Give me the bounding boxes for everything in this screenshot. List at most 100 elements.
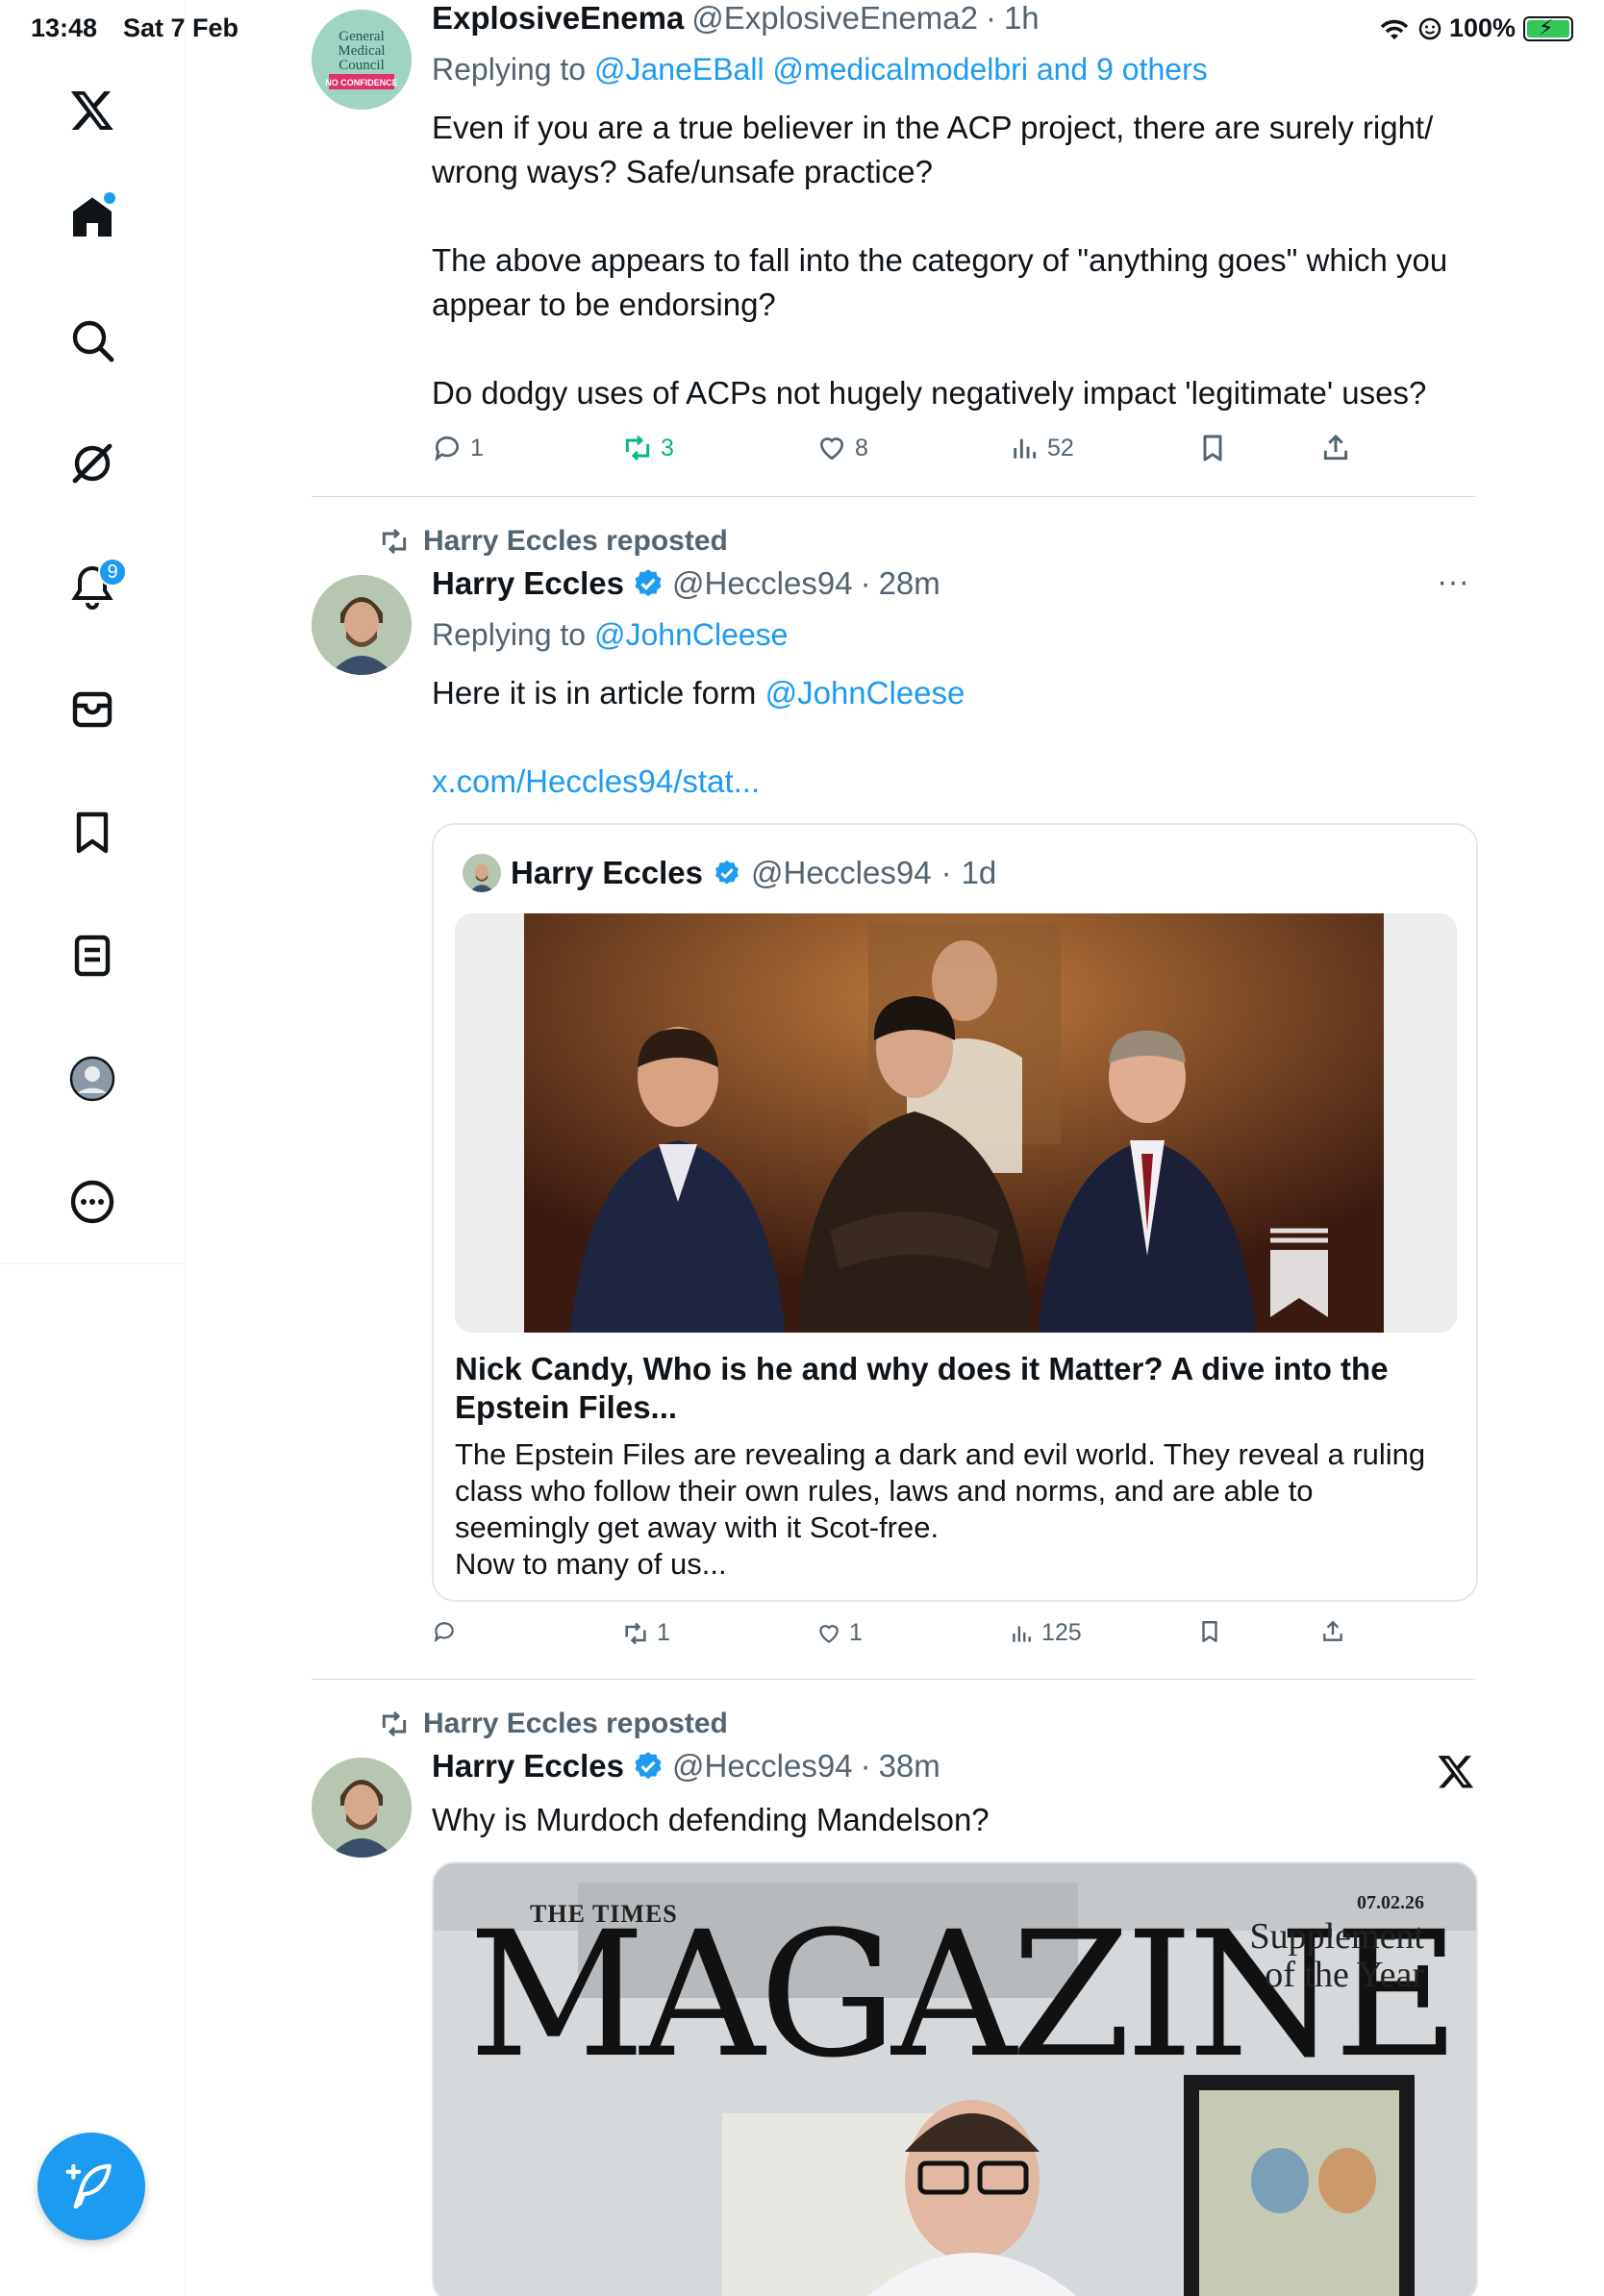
compose-post-button[interactable] (38, 2133, 145, 2240)
x-source-icon[interactable] (1437, 1752, 1475, 1790)
status-time: 13:48 (31, 13, 98, 42)
repost-button[interactable]: 3 (622, 433, 674, 463)
bookmark-button[interactable] (1197, 433, 1228, 463)
sidebar: 9 (0, 0, 186, 2296)
supplement-line: of the Year (1265, 1955, 1424, 1995)
dot-separator: · (860, 1748, 871, 1784)
lists-icon[interactable] (54, 917, 131, 994)
quote-time: 1d (961, 855, 997, 890)
focus-mode-icon (1418, 17, 1441, 39)
notifications-bell-icon[interactable]: 9 (54, 548, 131, 625)
bookmark-icon (1202, 1621, 1217, 1642)
views-button[interactable]: 52 (1009, 433, 1074, 463)
like-button[interactable]: 8 (816, 433, 868, 463)
home-icon[interactable] (54, 179, 131, 256)
reply-button[interactable] (432, 1619, 464, 1644)
repost-small-icon (382, 1710, 407, 1737)
quote-author-name: Harry Eccles (511, 855, 703, 890)
profile-avatar-icon[interactable] (54, 1040, 131, 1117)
tweet-text: Why is Murdoch defending Mandelson? (432, 1798, 1480, 1842)
dot-separator: · (860, 565, 871, 601)
dot-separator: · (940, 855, 952, 890)
home-unread-dot (104, 192, 115, 204)
repost-button[interactable]: 1 (622, 1619, 670, 1647)
like-count: 1 (849, 1619, 863, 1646)
tweet-separator (312, 496, 1475, 497)
views-bar-chart-icon (1013, 1625, 1031, 1642)
author-handle[interactable]: @Heccles94 (672, 1748, 853, 1784)
status-bar: 13:48 Sat 7 Feb 100% ⚡ (0, 0, 1604, 58)
repost-label[interactable]: Harry Eccles reposted (423, 1708, 728, 1740)
more-horizontal-icon[interactable]: ··· (1437, 563, 1469, 601)
tweet-actions: 1 1 125 (432, 1619, 1393, 1658)
repost-icon (625, 1622, 646, 1644)
magazine-cover-image[interactable]: THE TIMES MAGAZINE 07.02.26 Supplement o… (432, 1861, 1478, 2296)
article-cover-image[interactable] (455, 913, 1457, 1333)
share-button[interactable] (1320, 433, 1351, 463)
wifi-icon (1380, 19, 1409, 39)
bookmarks-icon[interactable] (54, 794, 131, 871)
mention-link[interactable]: @JohnCleese (765, 675, 965, 711)
svg-text:Council: Council (338, 58, 385, 73)
replying-to-users[interactable]: @JohnCleese (594, 617, 788, 652)
x-logo-icon[interactable] (54, 71, 131, 148)
grok-icon[interactable] (54, 425, 131, 502)
reply-count: 1 (470, 434, 484, 462)
harry-eccles-avatar (312, 575, 412, 675)
repost-count: 3 (661, 434, 674, 462)
view-count: 125 (1041, 1619, 1082, 1646)
verified-badge-icon (635, 1752, 662, 1780)
share-button[interactable] (1320, 1619, 1345, 1644)
harry-eccles-avatar (312, 1758, 412, 1858)
tweet-author-row: Harry Eccles @Heccles94 · 38m (432, 1748, 940, 1784)
bookmark-button[interactable] (1197, 1619, 1222, 1644)
search-icon[interactable] (54, 302, 131, 379)
quote-tweet-card[interactable]: Harry Eccles @Heccles94 · 1d Nick Candy,… (432, 823, 1478, 1602)
tweet-paragraph: Do dodgy uses of ACPs not hugely negativ… (432, 375, 1427, 411)
tweet-separator (312, 1679, 1475, 1680)
article-description-text: The Epstein Files are revealing a dark a… (455, 1437, 1426, 1544)
article-description: The Epstein Files are revealing a dark a… (455, 1436, 1455, 1583)
author-name[interactable]: Harry Eccles (432, 565, 624, 602)
repost-label[interactable]: Harry Eccles reposted (423, 525, 728, 558)
reply-icon (435, 436, 459, 462)
avatar[interactable] (312, 575, 412, 675)
author-name[interactable]: Harry Eccles (432, 1748, 624, 1784)
battery-percent: 100% (1448, 13, 1516, 42)
tweet-url-link[interactable]: x.com/Heccles94/stat... (432, 760, 1480, 804)
verified-badge-icon (635, 569, 662, 597)
status-indicators: 100% ⚡ (1378, 13, 1573, 43)
magazine-supplement: Supplement of the Year (1249, 1917, 1424, 1994)
timeline-feed: General Medical Council NO CONFIDENCE Ex… (187, 0, 1604, 2296)
reply-button[interactable]: 1 (432, 433, 484, 463)
tweet-actions: 1 3 8 52 (432, 433, 1393, 471)
article-description-more: Now to many of us... (455, 1547, 727, 1581)
tweet-text: Here it is in article form @JohnCleese x… (432, 671, 1480, 804)
avatar[interactable] (312, 1758, 412, 1858)
quote-author-handle: @Heccles94 (750, 855, 932, 890)
view-count: 52 (1047, 434, 1074, 462)
tweet-paragraph: Here it is in article form @JohnCleese (432, 671, 1480, 715)
replying-to: Replying to @JohnCleese (432, 617, 788, 653)
sidebar-divider (0, 1263, 186, 1264)
compose-feather-icon (65, 2163, 112, 2209)
author-handle[interactable]: @Heccles94 (672, 565, 853, 602)
repost-small-icon (382, 528, 407, 555)
tweet-author-row: Harry Eccles @Heccles94 · 28m (432, 565, 940, 602)
repost-icon (625, 435, 650, 462)
views-button[interactable]: 125 (1009, 1619, 1082, 1647)
replying-prefix: Replying to (432, 617, 587, 652)
like-button[interactable]: 1 (816, 1619, 863, 1647)
tweet-time[interactable]: 28m (879, 565, 940, 602)
like-count: 8 (855, 434, 868, 462)
article-title: Nick Candy, Who is he and why does it Ma… (455, 1351, 1389, 1425)
messages-icon[interactable] (54, 671, 131, 748)
tweet-text-content: Here it is in article form (432, 675, 757, 711)
repost-indicator: Harry Eccles reposted (379, 1708, 728, 1740)
quote-avatar (463, 854, 501, 892)
more-options-icon[interactable] (54, 1163, 131, 1240)
views-bar-chart-icon (1014, 438, 1037, 459)
tweet-time[interactable]: 38m (879, 1748, 940, 1784)
heart-icon (819, 1624, 839, 1643)
share-icon (1323, 434, 1348, 461)
